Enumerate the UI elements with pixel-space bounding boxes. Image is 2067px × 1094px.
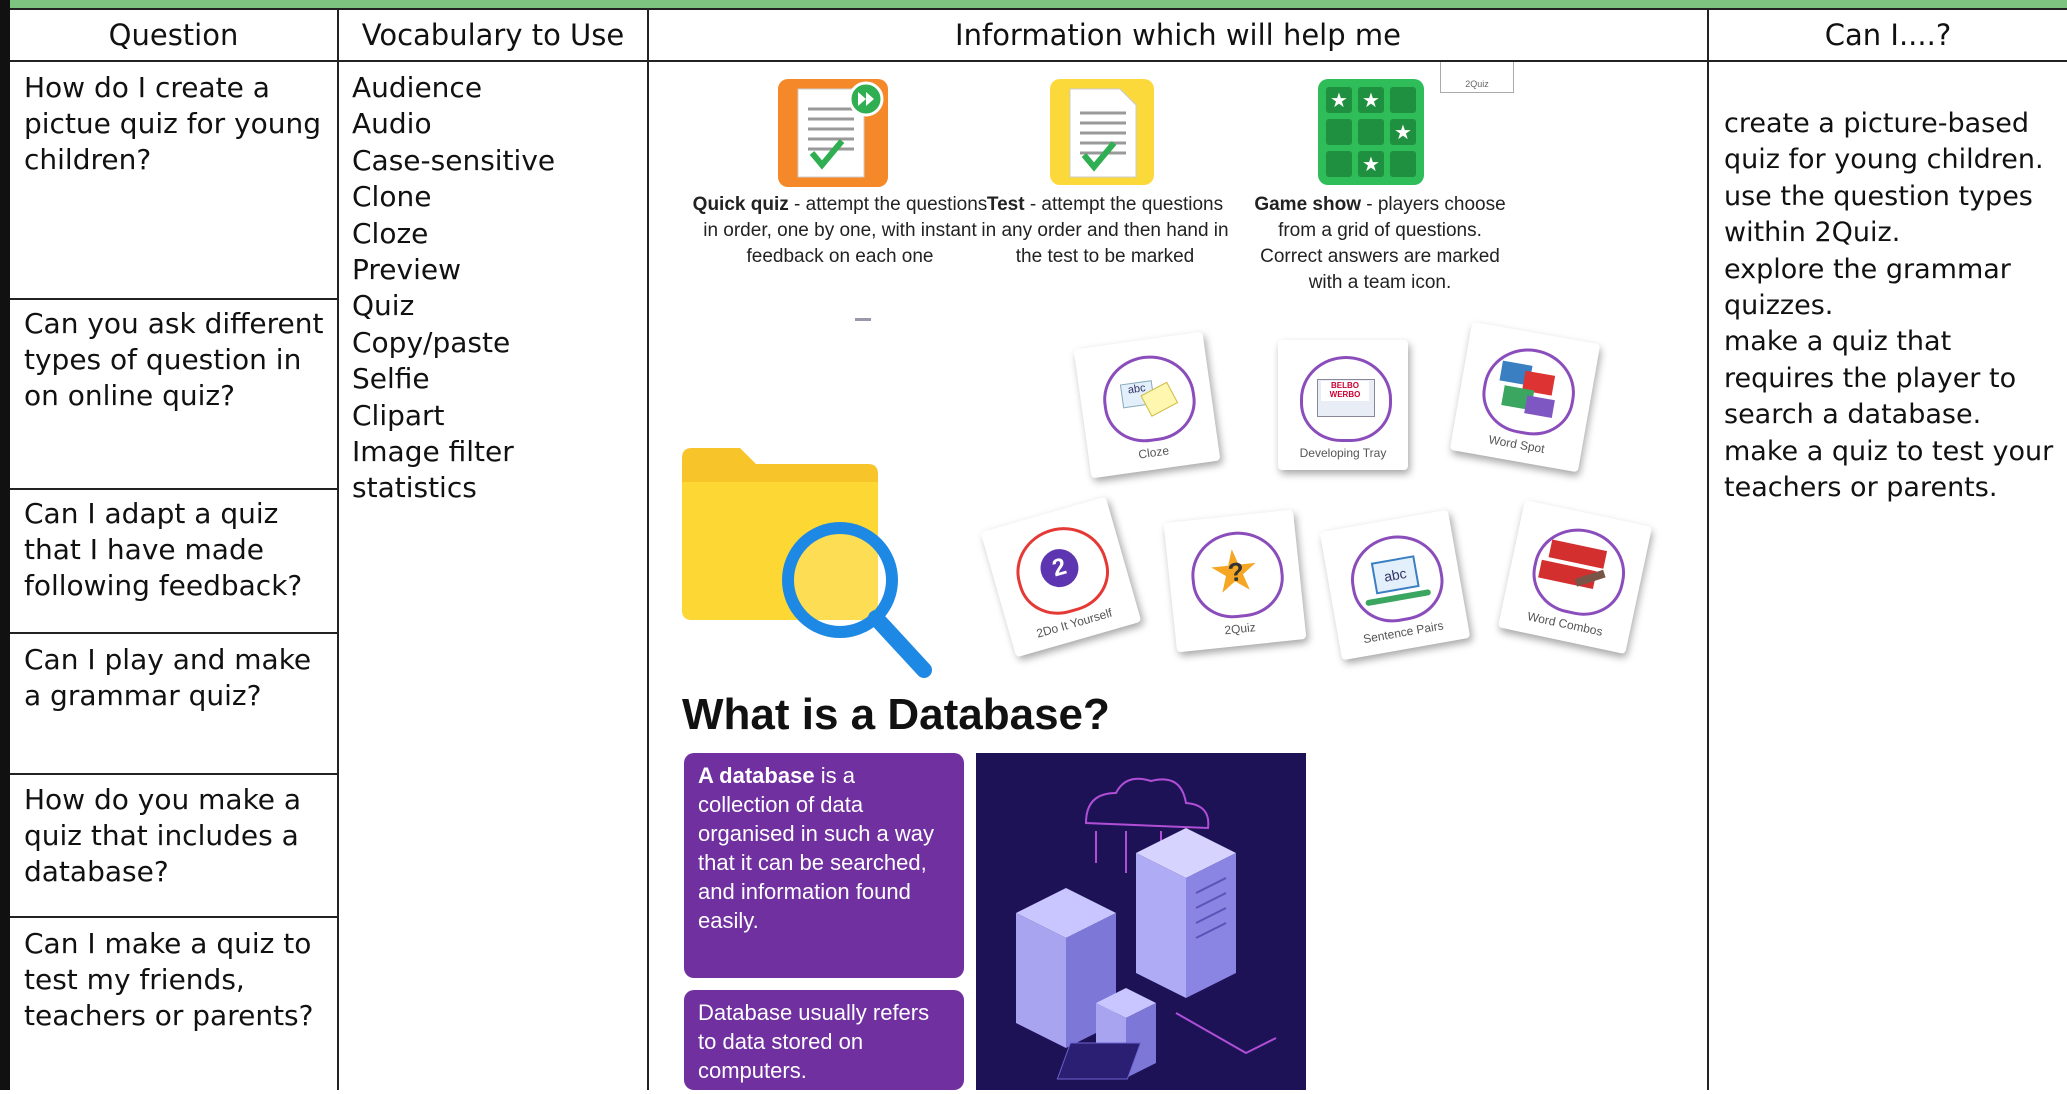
left-border (0, 0, 10, 1090)
developing-tray-app-label: Developing Tray (1299, 446, 1387, 460)
title-bar (0, 0, 2067, 10)
test-name: Test (986, 194, 1025, 215)
row-divider (10, 773, 337, 775)
svg-text:★: ★ (1330, 88, 1348, 112)
vocab-item: statistics (352, 471, 477, 505)
word-spot-app-card: Word Spot (1449, 321, 1601, 473)
vocab-item: Audio (352, 107, 432, 141)
test-icon (1050, 79, 1154, 185)
question-cell: Can I play and make a grammar quiz? (24, 643, 312, 712)
sentence-pairs-app-icon: abc (1344, 528, 1450, 629)
column-divider (337, 8, 339, 1090)
cloze-app-icon: abc (1097, 349, 1201, 448)
word-spot-app-icon (1476, 341, 1582, 442)
can-i-item: use the question types within 2Quiz. (1724, 180, 2033, 249)
database-illustration (976, 753, 1306, 1090)
column-divider (647, 8, 649, 1090)
sentence-pairs-app-card: abc Sentence Pairs (1319, 509, 1471, 661)
database-definition-term: A database (698, 763, 815, 788)
vocab-item: Audience (352, 71, 483, 104)
developing-tray-icon-text: BELBO WERBO (1321, 381, 1369, 401)
vocab-item: Clone (352, 180, 432, 214)
question-cell: How do you make a quiz that includes a d… (24, 783, 302, 888)
database-definition-text: is a collection of data organised in suc… (698, 763, 935, 933)
vocab-item: Clipart (352, 398, 445, 432)
header-can-i: Can I....? (1824, 18, 1952, 52)
can-i-item: explore the grammar quizzes. (1724, 253, 2011, 322)
2quiz-app-label: 2Quiz (1223, 620, 1257, 638)
row-divider (10, 916, 337, 918)
row-divider (10, 632, 337, 634)
quiz-tab-label: 2Quiz (1465, 79, 1489, 89)
question-cell: Can you ask different types of question … (24, 307, 324, 412)
svg-text:★: ★ (1362, 152, 1380, 176)
2quiz-app-card: ★ ? 2Quiz (1163, 509, 1307, 653)
database-definition-box: A database is a collection of data organ… (684, 753, 964, 978)
question-cell: Can I make a quiz to test my friends, te… (24, 927, 314, 1032)
can-i-list: create a picture-based quiz for young ch… (1724, 106, 2067, 506)
test-description: Test - attempt the questions in any orde… (980, 192, 1230, 270)
can-i-item: make a quiz to test your teachers or par… (1724, 435, 2054, 504)
2do-it-yourself-app-card: 2 2Do It Yourself (980, 496, 1142, 658)
can-i-item: create a picture-based quiz for young ch… (1724, 108, 2044, 176)
database-note-box: Database usually refers to data stored o… (684, 990, 964, 1090)
header-vocabulary: Vocabulary to Use (361, 18, 625, 52)
quiz-tab-thumbnail: 2Quiz (1440, 62, 1514, 93)
quick-quiz-name: Quick quiz (692, 194, 789, 215)
folder-search-icon (682, 448, 932, 678)
header-information: Information which will help me (955, 18, 1401, 52)
database-title: What is a Database? (682, 690, 1110, 739)
vocab-item: Case-sensitive (352, 143, 556, 177)
vocab-item: Copy/paste (352, 325, 511, 359)
cloze-app-card: abc Cloze (1073, 331, 1221, 479)
2quiz-app-icon: ★ ? (1187, 527, 1288, 623)
vocab-item: Preview (352, 253, 461, 287)
quick-quiz-description: Quick quiz - attempt the questions in or… (690, 192, 990, 270)
game-show-icon: ★ ★ ★ ★ (1318, 79, 1424, 185)
header-divider (10, 60, 2067, 62)
svg-text:★: ★ (1362, 88, 1380, 112)
developing-tray-app-card: BELBO WERBO Developing Tray (1278, 340, 1408, 470)
quick-quiz-icon (778, 79, 888, 187)
divider-mark (855, 318, 871, 321)
game-show-description: Game show - players choose from a grid o… (1250, 192, 1510, 296)
vocabulary-list: Audience Audio Case-sensitive Clone Cloz… (352, 70, 555, 507)
worksheet-table: Question Vocabulary to Use Information w… (0, 0, 2067, 1090)
header-question: Question (108, 18, 239, 52)
game-show-name: Game show (1254, 194, 1361, 215)
vocab-item: Quiz (352, 289, 415, 323)
vocab-item: Image filter (352, 435, 514, 469)
column-divider (1707, 8, 1709, 1090)
can-i-item: make a quiz that requires the player to … (1724, 326, 2017, 431)
row-divider (10, 488, 337, 490)
word-combos-app-icon (1525, 520, 1634, 624)
question-cell: How do I create a pictue quiz for young … (24, 71, 322, 176)
vocab-item: Selfie (352, 362, 430, 396)
word-combos-app-card: Word Combos (1497, 499, 1653, 655)
developing-tray-app-icon: BELBO WERBO (1300, 356, 1392, 442)
question-cell: Can I adapt a quiz that I have made foll… (24, 497, 303, 602)
svg-text:★: ★ (1394, 120, 1412, 144)
vocab-item: Cloze (352, 216, 429, 250)
row-divider (10, 298, 337, 300)
